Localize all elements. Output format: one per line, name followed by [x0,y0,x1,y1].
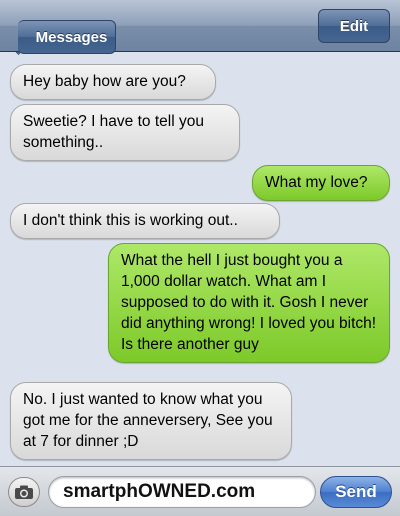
camera-button[interactable] [8,477,40,507]
camera-icon [15,485,33,499]
message-text: What the hell I just bought you a 1,000 … [121,252,377,353]
message-text: What my love? [265,174,368,191]
message-bubble-received: No. I just wanted to know what you got m… [10,382,292,460]
message-bubble-received: Hey baby how are you? [10,64,216,100]
edit-button[interactable]: Edit [318,9,390,43]
message-text: Sweetie? I have to tell you something.. [23,113,204,151]
message-text: Hey baby how are you? [23,73,186,90]
composer-bar: smartphOWNED.com Send [0,466,400,516]
back-button[interactable]: Messages [18,20,116,54]
send-button[interactable]: Send [320,476,392,508]
navigation-bar: Messages Edit [0,0,400,54]
message-input[interactable]: smartphOWNED.com [48,476,316,508]
message-text: I don't think this is working out.. [23,212,238,229]
message-bubble-sent: What my love? [252,165,390,201]
message-bubble-received: I don't think this is working out.. [10,203,280,239]
back-button-wrap[interactable]: Messages [10,10,116,54]
message-bubble-sent: What the hell I just bought you a 1,000 … [108,243,390,363]
message-text: No. I just wanted to know what you got m… [23,391,273,450]
message-bubble-received: Sweetie? I have to tell you something.. [10,104,240,161]
